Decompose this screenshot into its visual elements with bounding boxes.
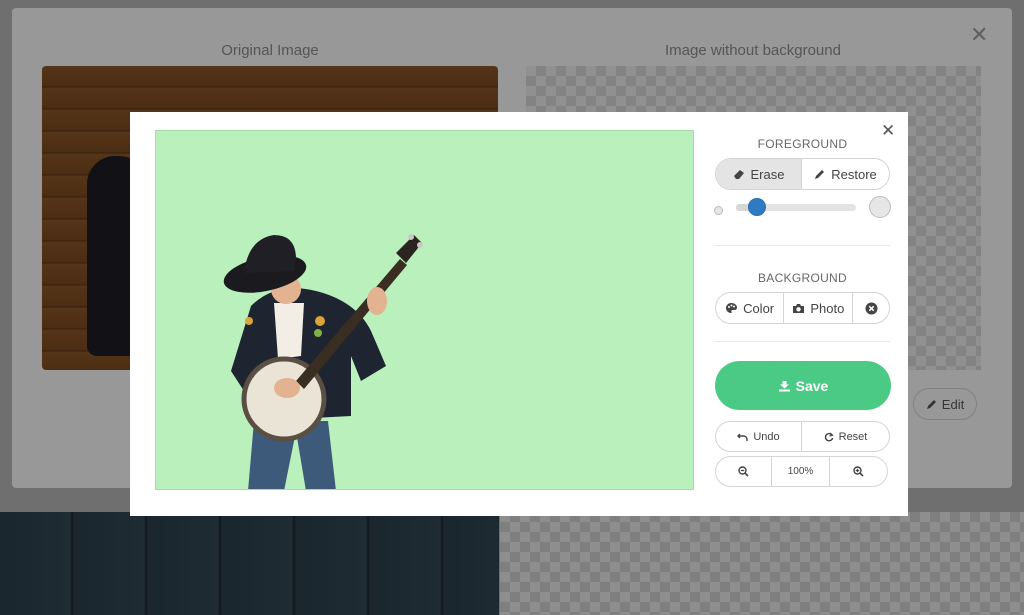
- banjo-player-figure: [223, 234, 423, 489]
- history-group: Undo Reset: [715, 421, 890, 452]
- zoom-in-icon: [853, 466, 864, 477]
- brush-size-thumb[interactable]: [748, 198, 766, 216]
- download-icon: [778, 380, 791, 392]
- palette-icon: [725, 302, 738, 314]
- reset-icon: [824, 432, 834, 442]
- save-button-label: Save: [795, 377, 829, 394]
- background-option-group: Color Photo: [715, 292, 890, 324]
- brush-size-max-icon: [869, 196, 891, 218]
- reset-button-label: Reset: [838, 430, 868, 443]
- camera-icon: [792, 303, 805, 314]
- undo-button-label: Undo: [753, 430, 780, 443]
- restore-button-label: Restore: [831, 166, 877, 182]
- zoom-in-button[interactable]: [830, 457, 887, 486]
- close-circle-icon: [865, 302, 878, 315]
- reset-button[interactable]: Reset: [802, 422, 889, 451]
- erase-button[interactable]: Erase: [716, 159, 803, 189]
- zoom-out-button[interactable]: [716, 457, 773, 486]
- photo-button-label: Photo: [810, 300, 845, 316]
- undo-button[interactable]: Undo: [716, 422, 803, 451]
- save-button[interactable]: Save: [715, 361, 891, 410]
- zoom-group: 100%: [715, 456, 888, 487]
- color-button[interactable]: Color: [716, 293, 785, 323]
- section-divider: [715, 341, 890, 342]
- background-heading: BACKGROUND: [757, 271, 847, 285]
- brush-size-min-icon: [714, 206, 723, 215]
- pencil-icon: [814, 168, 826, 180]
- editor-canvas[interactable]: [155, 130, 694, 490]
- zoom-out-icon: [738, 466, 749, 477]
- editor-modal: ✕ FOREGROUND Erase Restore BACKGROUND Co…: [130, 112, 908, 516]
- color-button-label: Color: [743, 300, 775, 316]
- remove-background-button[interactable]: [853, 293, 889, 323]
- eraser-icon: [733, 168, 746, 180]
- undo-icon: [737, 432, 749, 442]
- photo-button[interactable]: Photo: [784, 293, 854, 323]
- section-divider: [715, 245, 890, 246]
- restore-button[interactable]: Restore: [802, 159, 889, 189]
- zoom-level: 100%: [772, 457, 830, 486]
- foreground-tool-group: Erase Restore: [715, 158, 890, 190]
- erase-button-label: Erase: [750, 166, 785, 182]
- foreground-heading: FOREGROUND: [757, 137, 848, 151]
